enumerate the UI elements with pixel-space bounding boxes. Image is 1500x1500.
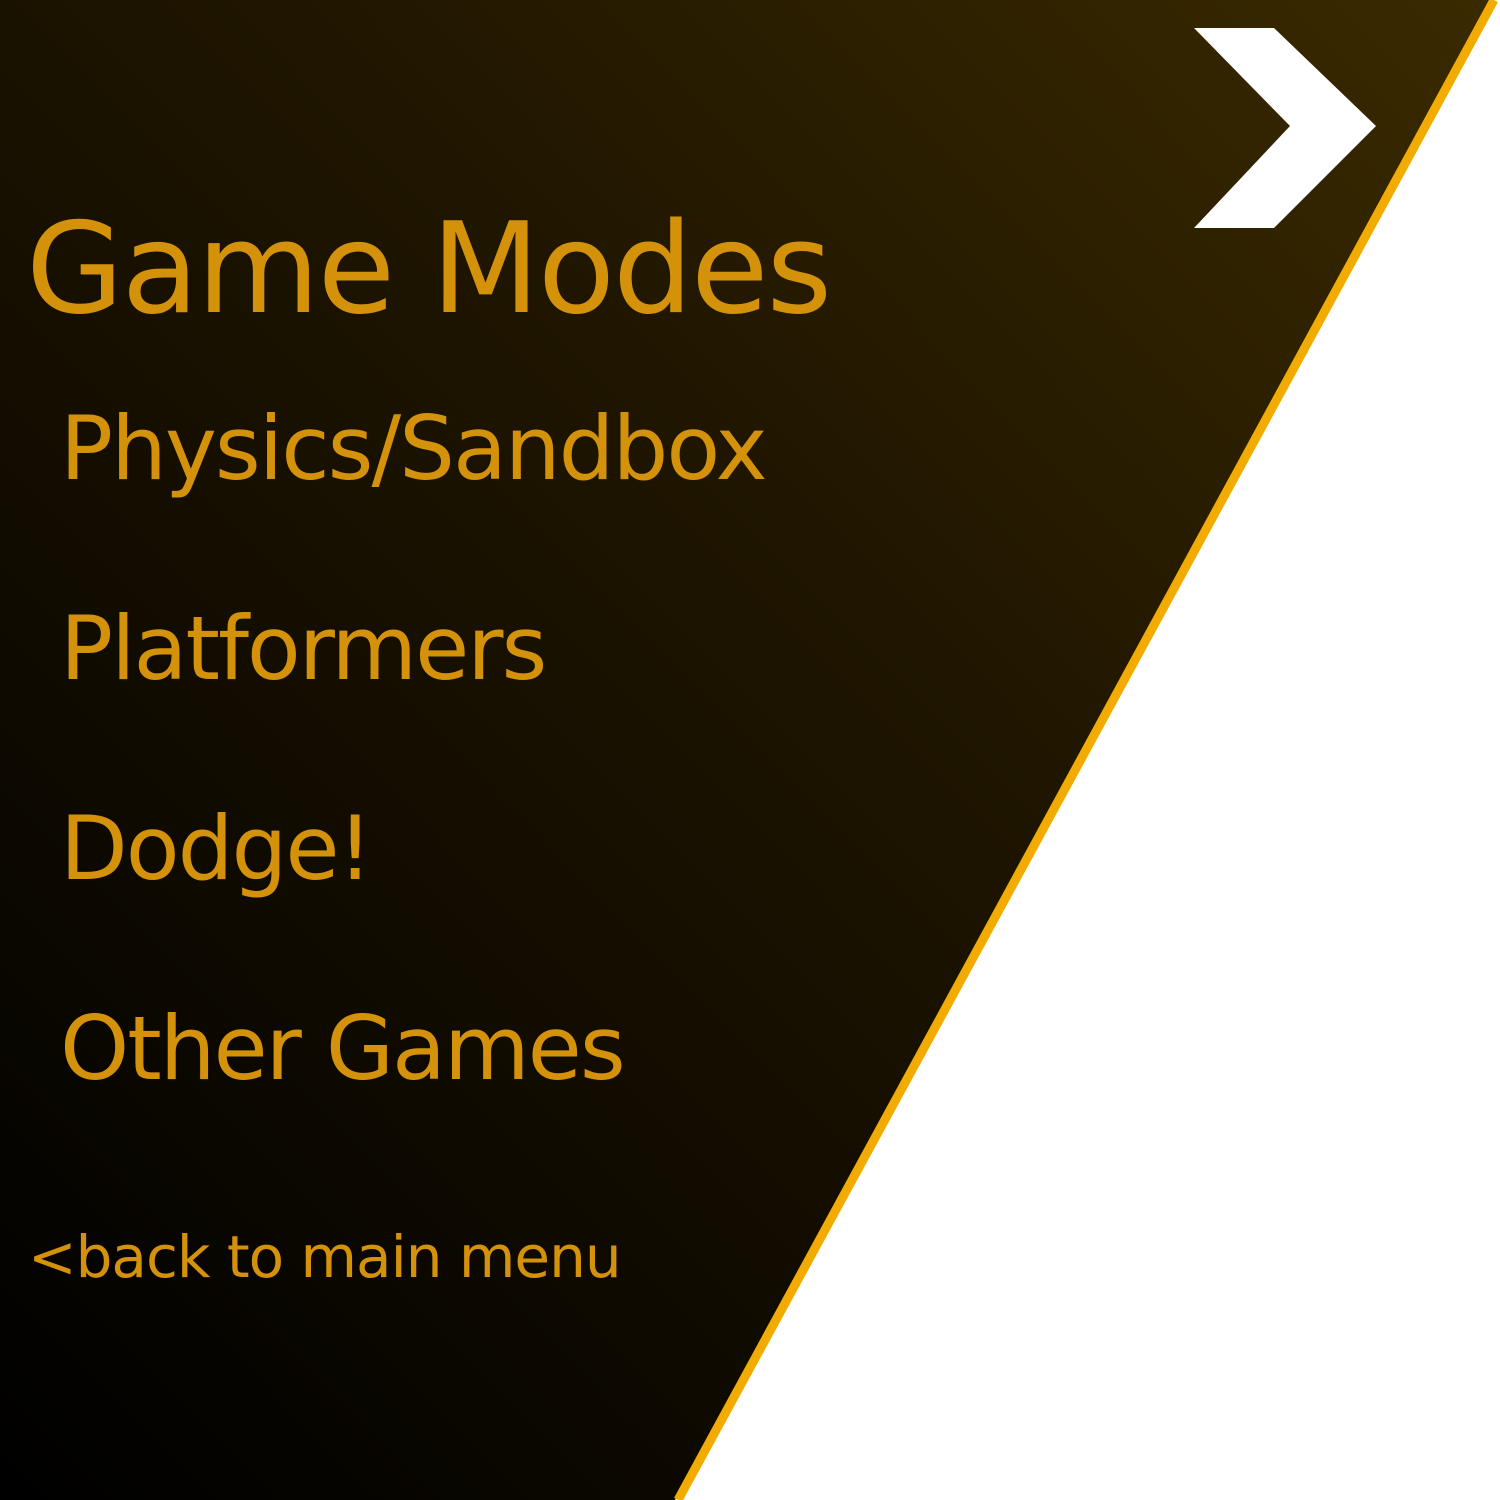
game-modes-screen: Game Modes Physics/Sandbox Platformers D… [0,0,1500,1500]
page-title: Game Modes [26,195,832,342]
next-arrow-button[interactable] [1190,28,1382,232]
menu-item-dodge[interactable]: Dodge! [60,805,373,893]
menu-item-other-games[interactable]: Other Games [60,1005,626,1093]
chevron-right-icon [1194,28,1376,228]
back-to-main-menu-link[interactable]: <back to main menu [28,1228,622,1286]
menu-item-physics-sandbox[interactable]: Physics/Sandbox [60,405,768,493]
menu-item-platformers[interactable]: Platformers [60,605,547,693]
